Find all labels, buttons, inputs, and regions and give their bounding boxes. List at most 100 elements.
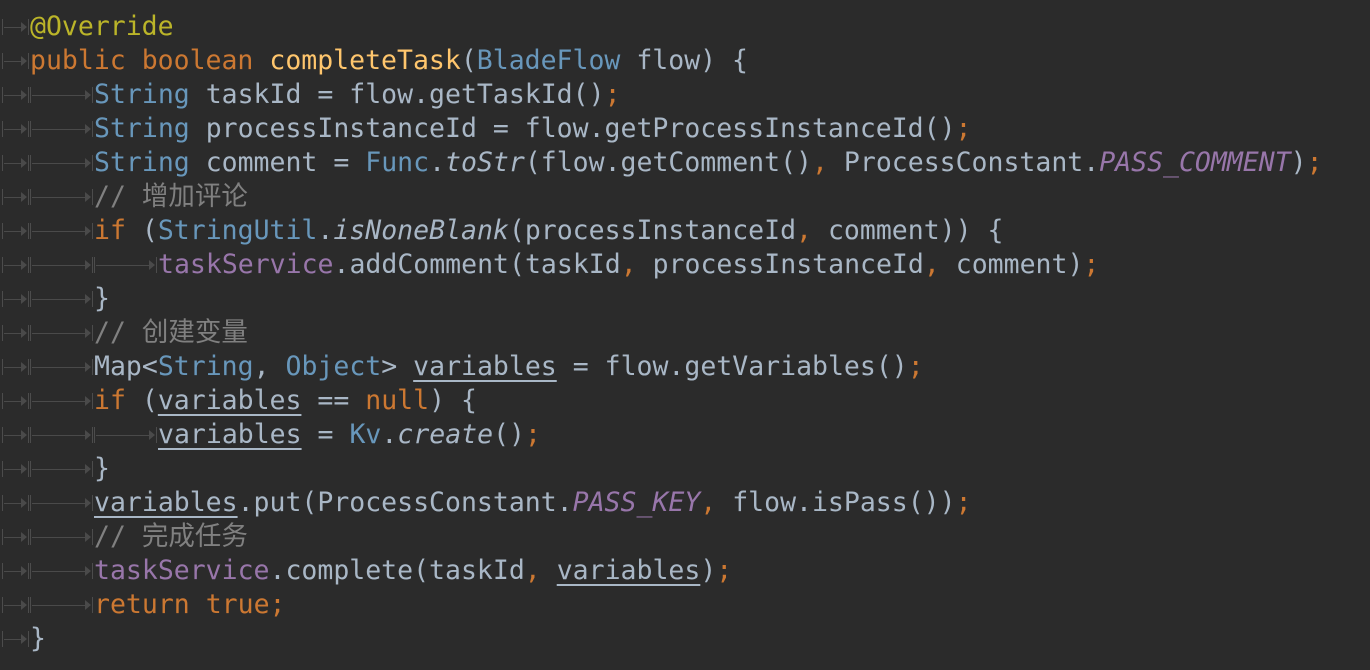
code-line[interactable]: return true; [0,588,1370,622]
code-token: Object [285,351,382,382]
code-line[interactable]: if (StringUtil.isNoneBlank(processInstan… [0,214,1370,248]
code-token: } [94,283,110,314]
code-text: @Override [30,10,174,44]
code-text: public boolean completeTask(BladeFlow fl… [30,44,748,78]
code-line[interactable]: Map<String, Object> variables = flow.get… [0,350,1370,384]
code-token: processInstanceId = flow.getProcessInsta… [189,113,956,144]
code-text: } [94,282,110,316]
code-line[interactable]: if (variables == null) { [0,384,1370,418]
code-line[interactable]: String comment = Func.toStr(flow.getComm… [0,146,1370,180]
code-line[interactable]: String processInstanceId = flow.getProce… [0,112,1370,146]
code-token: true [205,589,270,620]
code-token: () [493,419,526,450]
code-text: Map<String, Object> variables = flow.get… [94,350,924,384]
code-token: public [30,45,126,76]
code-token: Kv [349,419,382,450]
code-token: StringUtil [157,215,318,246]
code-line[interactable]: @Override [0,10,1370,44]
code-token: = [301,419,350,450]
code-line[interactable]: public boolean completeTask(BladeFlow fl… [0,44,1370,78]
code-token: comment = [189,147,366,178]
code-line[interactable]: } [0,622,1370,656]
code-line[interactable]: variables.put(ProcessConstant.PASS_KEY, … [0,486,1370,520]
code-text: String taskId = flow.getTaskId(); [94,78,621,112]
code-line[interactable]: variables = Kv.create(); [0,418,1370,452]
code-token: ) [1290,147,1307,178]
code-token: toStr [445,147,525,178]
code-token: = flow.getVariables() [556,351,908,382]
code-text: taskService.complete(taskId, variables); [94,554,732,588]
code-token: variables [94,487,238,518]
code-token: if [94,215,126,246]
code-token: variables [157,385,302,416]
code-token: ; [955,113,972,144]
code-text: variables.put(ProcessConstant.PASS_KEY, … [94,486,972,520]
code-token: ) { [429,385,477,416]
code-text: if (StringUtil.isNoneBlank(processInstan… [94,214,1003,248]
code-token: PASS_KEY [572,487,701,518]
code-token: comment) [939,249,1084,280]
code-token: ; [604,79,621,110]
code-token: ; [907,351,924,382]
code-token: ; [269,589,286,620]
code-token: create [397,419,494,450]
code-token: } [30,623,46,654]
code-text: return true; [94,588,286,622]
code-token: isNoneBlank [333,215,509,246]
code-token: // 完成任务 [94,521,248,552]
code-text: } [30,622,46,656]
code-token: if [94,385,126,416]
code-token: } [94,453,110,484]
code-token: , [253,351,270,382]
code-token: ; [1083,249,1100,280]
code-token: BladeFlow [476,45,621,76]
code-line[interactable]: String taskId = flow.getTaskId(); [0,78,1370,112]
code-token: ( [125,215,158,246]
code-token: variables [413,351,557,382]
code-token: String [94,147,190,178]
code-line[interactable]: } [0,452,1370,486]
code-text: variables = Kv.create(); [158,418,541,452]
code-token: ; [525,419,541,450]
code-token: .put(ProcessConstant. [237,487,573,518]
code-token: completeTask [269,45,461,76]
code-token: (processInstanceId [508,215,797,246]
code-token: flow.isPass()) [716,487,956,518]
code-text: String processInstanceId = flow.getProce… [94,112,972,146]
code-token: String [94,79,190,110]
code-token: , [524,555,541,586]
code-line[interactable]: // 增加评论 [0,180,1370,214]
code-token: return [94,589,190,620]
code-token: @Override [30,11,174,42]
code-token: boolean [141,45,254,76]
code-token: ProcessConstant. [827,147,1100,178]
code-text: taskService.addComment(taskId, processIn… [158,248,1099,282]
code-token: taskService [158,249,334,280]
code-token: ; [1306,147,1323,178]
code-token: // 增加评论 [94,181,248,212]
code-token: null [365,385,430,416]
code-token: . [317,215,334,246]
code-token: PASS_COMMENT [1099,147,1291,178]
code-line[interactable]: // 完成任务 [0,520,1370,554]
code-token: comment)) { [812,215,1004,246]
code-token: variables [556,555,701,586]
code-token: . [381,419,398,450]
code-token: // 创建变量 [94,317,248,348]
code-editor[interactable]: @Override public boolean completeTask(Bla… [0,0,1370,670]
code-token: .complete(taskId [269,555,525,586]
code-text: String comment = Func.toStr(flow.getComm… [94,146,1323,180]
code-text: if (variables == null) { [94,384,477,418]
code-line[interactable]: taskService.complete(taskId, variables); [0,554,1370,588]
code-token: ; [716,555,733,586]
code-token: (flow.getComment() [524,147,812,178]
code-line[interactable]: // 创建变量 [0,316,1370,350]
code-token: taskId = flow.getTaskId() [189,79,605,110]
code-token: ) [700,555,717,586]
code-text: } [94,452,110,486]
code-line[interactable]: } [0,282,1370,316]
code-token: ( [125,385,158,416]
code-line[interactable]: taskService.addComment(taskId, processIn… [0,248,1370,282]
